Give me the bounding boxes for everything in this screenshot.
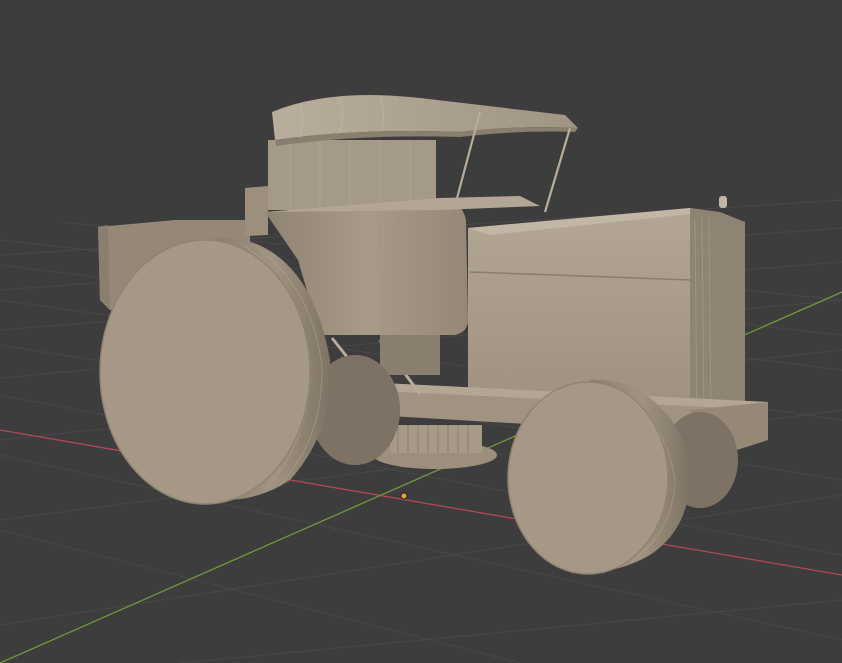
undercarriage <box>380 335 440 375</box>
viewport-canvas[interactable] <box>0 0 842 663</box>
seat-back <box>245 186 268 236</box>
grille-side <box>690 208 745 430</box>
rear-wheel-near <box>99 237 331 505</box>
radiator-cap <box>719 196 727 208</box>
origin-point-icon <box>400 492 408 500</box>
3d-viewport[interactable] <box>0 0 842 663</box>
cab-interior-wall <box>268 140 436 210</box>
